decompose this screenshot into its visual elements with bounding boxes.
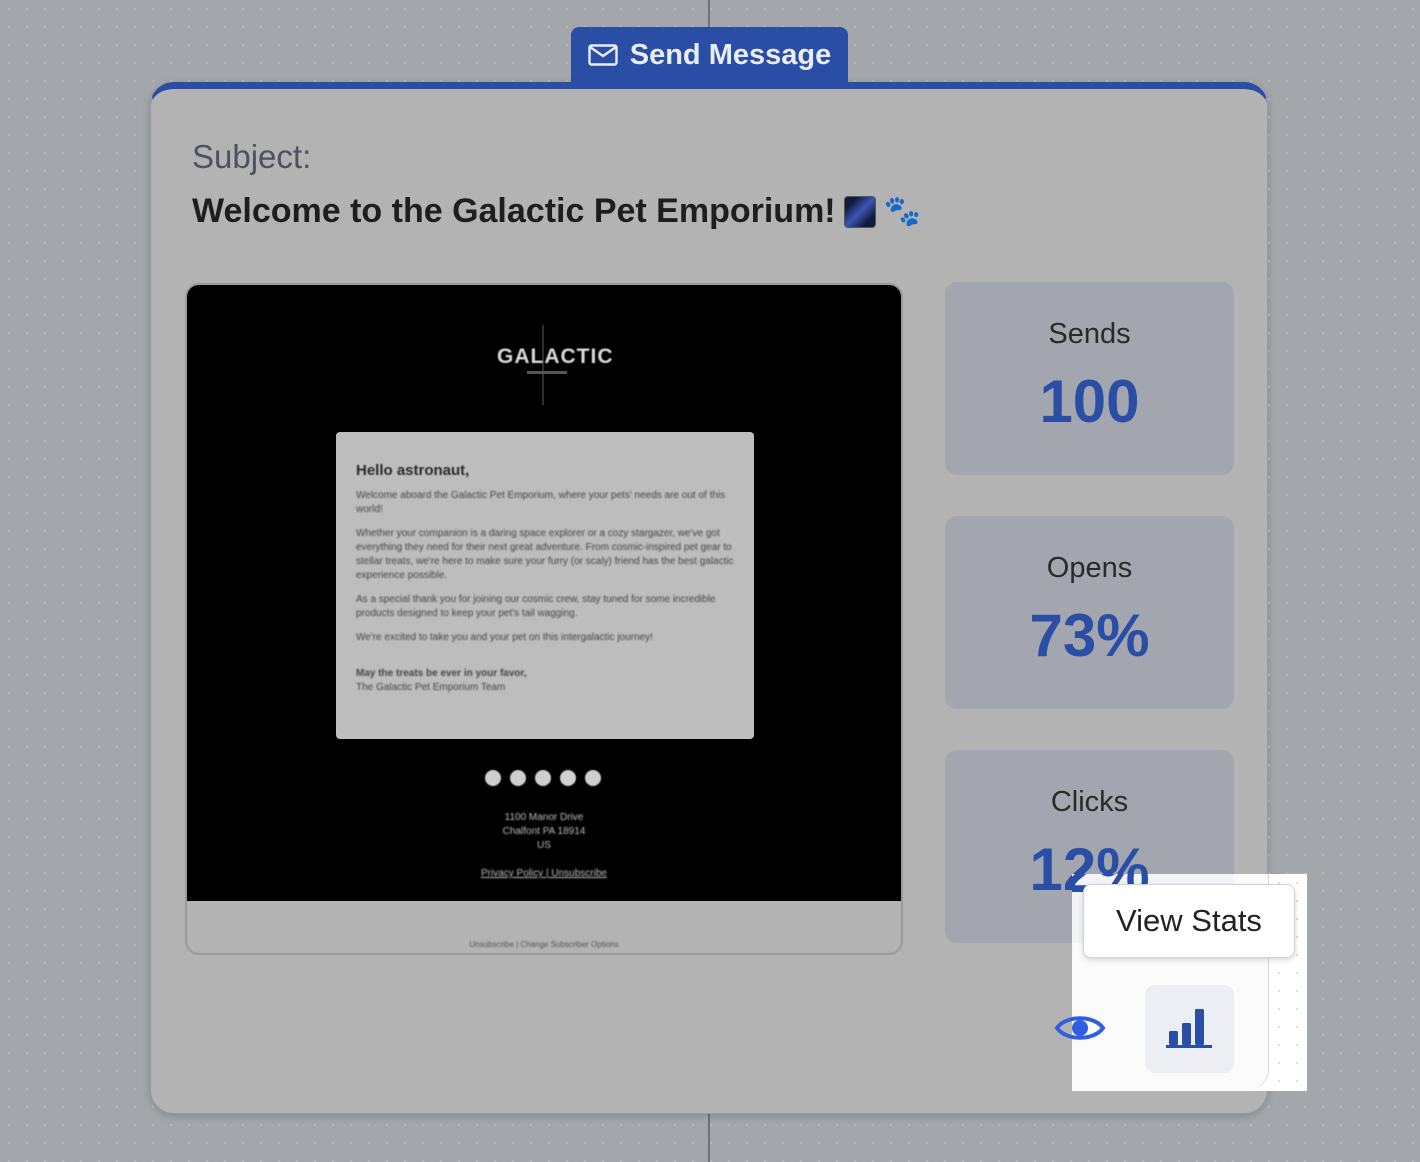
envelope-icon (588, 44, 618, 66)
logo-tagline (527, 371, 567, 374)
send-message-node-tab[interactable]: Send Message (571, 27, 848, 83)
email-signoff-team: The Galactic Pet Emporium Team (356, 682, 506, 693)
subject-label: Subject: (192, 138, 312, 175)
subject-text: Welcome to the Galactic Pet Emporium! (192, 192, 836, 230)
privacy-unsubscribe-links: Privacy Policy | Unsubscribe (481, 868, 607, 879)
subject-line: Welcome to the Galactic Pet Emporium! 🐾 (192, 192, 921, 231)
flow-connector-bottom (708, 1113, 710, 1162)
stat-opens: Opens 73% (945, 516, 1234, 709)
flow-connector-top (708, 0, 710, 28)
email-signoff: May the treats be ever in your favor, Th… (356, 667, 734, 695)
email-paragraph: We're excited to take you and your pet o… (356, 632, 653, 643)
stat-label: Sends (1048, 318, 1131, 350)
email-preview[interactable]: GALACTIC Hello astronaut, Welcome aboard… (185, 283, 903, 955)
address-line: 1100 Manor Drive (504, 812, 584, 823)
milky-way-icon (843, 195, 876, 228)
email-signoff-bold: May the treats be ever in your favor, (356, 668, 527, 679)
view-stats-button[interactable] (1145, 985, 1234, 1073)
preview-button[interactable] (1054, 1010, 1106, 1050)
email-content-card: Hello astronaut, Welcome aboard the Gala… (336, 432, 754, 739)
x-icon (510, 770, 526, 786)
paw-prints-icon: 🐾 (883, 195, 921, 228)
address-line: US (537, 840, 551, 851)
stat-value: 100 (1039, 368, 1140, 435)
youtube-icon (560, 770, 576, 786)
stat-label: Opens (1046, 552, 1133, 584)
email-paragraph: Whether your companion is a daring space… (356, 528, 734, 581)
stat-sends: Sends 100 (945, 282, 1234, 475)
send-message-label: Send Message (629, 38, 832, 71)
galactic-logo: GALACTIC (497, 345, 614, 368)
instagram-icon (535, 770, 551, 786)
email-greeting: Hello astronaut, (356, 462, 470, 479)
email-paragraph: Welcome aboard the Galactic Pet Emporium… (356, 490, 726, 515)
view-stats-tooltip: View Stats (1083, 884, 1295, 958)
facebook-icon (485, 770, 501, 786)
linkedin-icon (585, 770, 601, 786)
stat-value: 73% (1029, 602, 1150, 669)
social-icons (485, 770, 601, 786)
eye-icon (1054, 1011, 1106, 1050)
address-line: Chalfont PA 18914 (502, 826, 586, 837)
email-preview-body: GALACTIC Hello astronaut, Welcome aboard… (187, 285, 901, 901)
email-paragraph: As a special thank you for joining our c… (356, 594, 716, 619)
email-preview-footer: Unsubscribe | Change Subscriber Options (469, 940, 619, 949)
bar-chart-icon (1165, 1005, 1215, 1054)
stat-label: Clicks (1050, 786, 1129, 818)
email-address-block: 1100 Manor Drive Chalfont PA 18914 US Pr… (187, 811, 901, 881)
